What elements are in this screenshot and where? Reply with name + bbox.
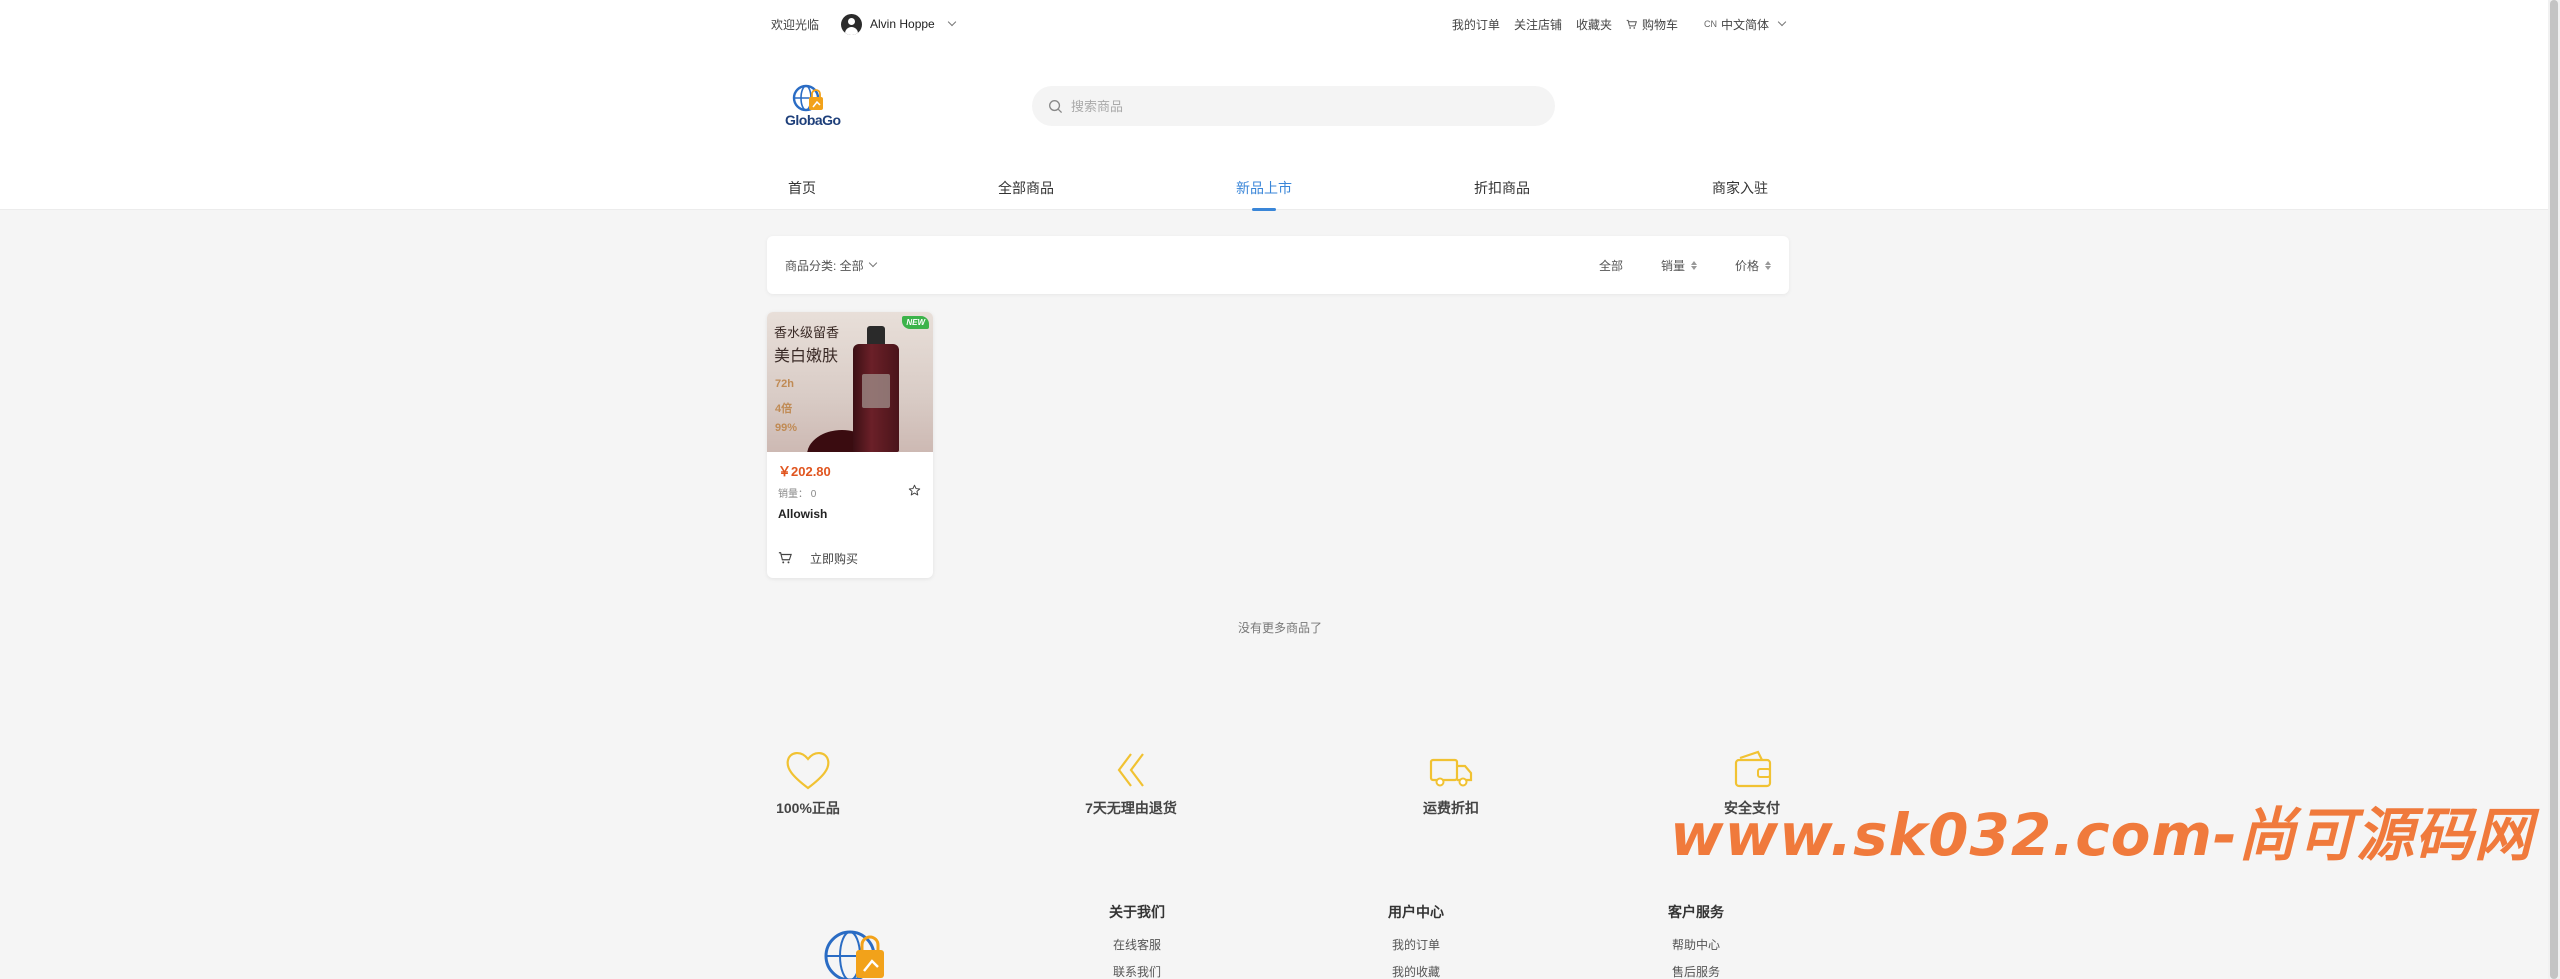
product-image-spec: 99% <box>775 422 798 434</box>
logo-row: GlobaGo <box>767 62 1789 152</box>
nav-item-new-arrivals[interactable]: 新品上市 <box>1236 170 1292 210</box>
scrollbar-thumb[interactable] <box>2550 0 2558 979</box>
product-image-text: 美白嫩肤 <box>774 346 839 365</box>
product-price: ￥202.80 <box>778 464 831 479</box>
footer-link-help-center[interactable]: 帮助中心 <box>1636 936 1756 963</box>
nav-item-discounts[interactable]: 折扣商品 <box>1474 170 1530 210</box>
footer-col-title: 用户中心 <box>1388 904 1444 920</box>
footer-link-my-orders[interactable]: 我的订单 <box>1356 936 1476 963</box>
heart-icon <box>786 752 830 790</box>
product-image-spec: 72h <box>775 378 794 390</box>
bottle-label <box>862 374 890 408</box>
wallet-icon <box>1734 750 1772 788</box>
follow-shop-link[interactable]: 关注店铺 <box>1514 16 1562 33</box>
buy-now-label: 立即购买 <box>810 551 859 566</box>
language-code: CN <box>1703 19 1717 29</box>
sort-sales-label: 销量 <box>1660 258 1685 273</box>
footer-col-title: 关于我们 <box>1109 904 1165 920</box>
page-scrollbar[interactable] <box>2548 0 2560 979</box>
footer-link-my-favorites[interactable]: 我的收藏 <box>1356 963 1476 979</box>
filter-bar: 商品分类: 全部 全部 销量 价格 <box>767 236 1789 294</box>
feature-genuine: 100%正品 <box>738 748 878 818</box>
language-selector[interactable]: CN 中文简体 <box>1703 16 1787 33</box>
sort-options: 全部 销量 价格 <box>1599 257 1771 274</box>
footer-link-contact-us[interactable]: 联系我们 <box>1077 963 1197 979</box>
globago-logo-icon <box>824 930 884 979</box>
sort-arrows-icon <box>1690 260 1697 270</box>
user-menu[interactable]: Alvin Hoppe <box>841 13 956 35</box>
nav-item-all-products[interactable]: 全部商品 <box>998 170 1054 210</box>
star-icon[interactable] <box>908 484 921 497</box>
product-sales: 销量： 0 <box>778 489 817 500</box>
footer-col-user-center: 用户中心 我的订单 我的收藏 <box>1356 902 1476 979</box>
category-filter-label: 商品分类: 全部 <box>785 258 864 273</box>
watermark-text: www.sk032.com-尚可源码网 <box>1670 801 2534 869</box>
favorites-link[interactable]: 收藏夹 <box>1576 16 1612 33</box>
footer-col-customer-service: 客户服务 帮助中心 售后服务 <box>1636 902 1756 979</box>
search-icon <box>1049 99 1063 113</box>
sort-by-price[interactable]: 价格 <box>1735 257 1771 274</box>
category-filter[interactable]: 商品分类: 全部 <box>785 257 877 274</box>
footer-link-online-service[interactable]: 在线客服 <box>1077 936 1197 963</box>
user-avatar-icon <box>841 13 863 35</box>
search-input[interactable] <box>1071 98 1531 114</box>
sort-arrows-icon <box>1765 260 1771 270</box>
truck-icon <box>1429 758 1473 787</box>
chevron-down-icon <box>947 17 956 27</box>
search-bar[interactable] <box>1032 86 1555 126</box>
footer-col-title: 客户服务 <box>1668 904 1724 920</box>
no-more-products-text: 没有更多商品了 <box>1237 621 1322 635</box>
nav-item-merchant-join[interactable]: 商家入驻 <box>1712 170 1768 210</box>
buy-now-button[interactable]: 立即购买 <box>767 538 933 578</box>
bottle-cap <box>867 326 885 346</box>
feature-label: 7天无理由退货 <box>1085 800 1177 816</box>
language-label: 中文简体 <box>1720 17 1769 32</box>
feature-shipping-discount: 运费折扣 <box>1381 748 1521 818</box>
top-bar: 欢迎光临 Alvin Hoppe 我的订单 关注店铺 收藏夹 购物车 CN 中文… <box>767 0 1789 48</box>
top-links: 我的订单 关注店铺 收藏夹 购物车 CN 中文简体 <box>1452 16 1787 33</box>
cart-icon <box>778 552 792 564</box>
feature-returns: 7天无理由退货 <box>1061 748 1201 818</box>
double-chevron-left-icon <box>1117 753 1144 787</box>
site-header: 欢迎光临 Alvin Hoppe 我的订单 关注店铺 收藏夹 购物车 CN 中文… <box>0 0 2560 210</box>
logo-text: GlobaGo <box>785 112 841 128</box>
username: Alvin Hoppe <box>870 17 935 31</box>
chevron-down-icon <box>1777 17 1787 27</box>
nav-item-home[interactable]: 首页 <box>788 170 816 210</box>
product-image[interactable]: 香水级留香 美白嫩肤 72h 4倍 99% NEW <box>767 312 933 452</box>
chevron-down-icon <box>868 258 877 268</box>
sort-all[interactable]: 全部 <box>1599 257 1623 274</box>
footer-col-about: 关于我们 在线客服 联系我们 <box>1077 902 1197 979</box>
product-name[interactable]: Allowish <box>778 507 827 521</box>
cart-link[interactable]: 购物车 <box>1626 16 1678 33</box>
footer-link-after-sales[interactable]: 售后服务 <box>1636 963 1756 979</box>
cart-label: 购物车 <box>1641 17 1678 32</box>
my-orders-link[interactable]: 我的订单 <box>1452 16 1500 33</box>
cart-icon <box>1626 19 1637 29</box>
sort-price-label: 价格 <box>1734 258 1759 273</box>
product-image-text: 香水级留香 <box>774 326 840 341</box>
new-badge: NEW <box>902 316 929 329</box>
product-card[interactable]: 香水级留香 美白嫩肤 72h 4倍 99% NEW ￥202.80 销量： 0 … <box>767 312 933 578</box>
main-nav: 首页 全部商品 新品上市 折扣商品 商家入驻 <box>767 170 1789 210</box>
welcome-text: 欢迎光临 <box>771 17 820 32</box>
sort-by-sales[interactable]: 销量 <box>1661 257 1697 274</box>
product-image-spec: 4倍 <box>775 403 793 415</box>
feature-label: 100%正品 <box>776 800 840 816</box>
feature-label: 运费折扣 <box>1423 800 1479 816</box>
